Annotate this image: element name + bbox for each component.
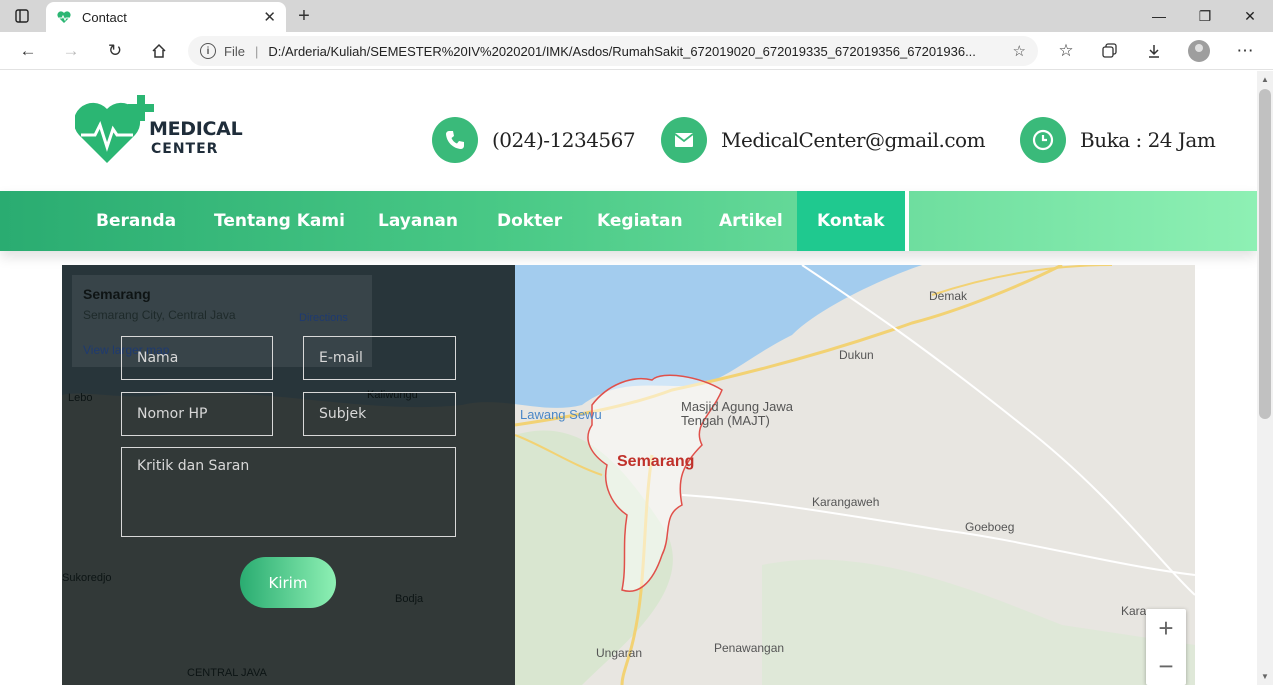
email-input[interactable]: E-mail [303,336,456,380]
scroll-down-arrow-icon[interactable]: ▼ [1261,672,1269,681]
envelope-icon [661,117,707,163]
add-favorite-icon[interactable]: ☆ [1013,42,1026,60]
submit-button[interactable]: Kirim [240,557,336,608]
message-textarea[interactable]: Kritik dan Saran [121,447,456,537]
logo-text-line1: MEDICAL [149,118,243,140]
address-prefix: File [224,43,245,59]
directions-link[interactable]: Directions [299,312,348,324]
phone-number: (024)-1234567 [492,128,636,152]
map-label-ungaran: Ungaran [596,646,643,660]
zoom-out-button[interactable]: − [1146,647,1186,685]
logo-text-line2: CENTER [151,141,219,157]
phone-icon [432,117,478,163]
map-zoom-control: + − [1146,609,1186,685]
collections-icon[interactable] [1096,38,1124,64]
forward-icon[interactable]: → [57,38,85,64]
refresh-icon[interactable]: ↻ [101,38,129,64]
favorites-icon[interactable]: ☆ [1052,38,1080,64]
close-window-icon[interactable]: ✕ [1227,4,1273,28]
map-label-masjid-1[interactable]: Masjid Agung Jawa [681,399,793,414]
web-page: MEDICAL CENTER (024)-1234567 MedicalCent… [0,71,1257,685]
nav-tentang-kami[interactable]: Tentang Kami [214,191,345,251]
back-icon[interactable]: ← [14,38,42,64]
phone-input[interactable]: Nomor HP [121,392,273,436]
name-input[interactable]: Nama [121,336,273,380]
email-info: MedicalCenter@gmail.com [661,117,986,163]
address-url: D:/Arderia/Kuliah/SEMESTER%20IV%2020201/… [268,43,976,59]
map-label-sukoredjo: Sukoredjo [62,572,112,584]
nav-artikel[interactable]: Artikel [719,191,783,251]
restore-icon[interactable]: ❐ [1182,4,1228,28]
map-label-karangaweh: Karangaweh [812,495,880,509]
nav-kegiatan[interactable]: Kegiatan [597,191,683,251]
map-label-lawang-sewu[interactable]: Lawang Sewu [520,407,602,422]
heart-logo-icon [75,95,154,163]
map-place-name: Semarang [83,286,151,302]
email-address: MedicalCenter@gmail.com [721,128,986,152]
site-logo[interactable]: MEDICAL CENTER [75,95,243,167]
opening-hours: Buka : 24 Jam [1080,128,1216,152]
map-place-subtitle: Semarang City, Central Java [83,308,236,322]
nav-layanan[interactable]: Layanan [378,191,458,251]
close-tab-icon[interactable]: ✕ [263,8,276,26]
page-scrollbar[interactable]: ▲ ▼ [1257,71,1273,685]
new-tab-icon[interactable]: + [292,4,316,28]
map-label-lebo: Lebo [68,392,93,404]
more-menu-icon[interactable]: ⋯ [1231,38,1259,64]
browser-tab-bar: Contact ✕ + — ❐ ✕ [0,0,1273,32]
map-label-goeboeg: Goeboeg [965,520,1015,534]
download-icon[interactable] [1140,38,1168,64]
scroll-up-arrow-icon[interactable]: ▲ [1261,75,1269,84]
heart-favicon-icon [56,9,72,25]
map-label-kara: Kara [1121,604,1147,618]
nav-kontak[interactable]: Kontak [797,191,909,251]
map-label-dukun: Dukun [839,348,874,362]
nav-dokter[interactable]: Dokter [497,191,562,251]
google-map[interactable]: Demak Dukun Lawang Sewu Masjid Agung Jaw… [62,265,1195,685]
map-label-semarang: Semarang [617,453,695,470]
home-icon[interactable] [145,38,173,64]
nav-beranda[interactable]: Beranda [96,191,176,251]
tab-actions-icon[interactable] [8,6,36,26]
main-navbar: Beranda Tentang Kami Layanan Dokter Kegi… [0,191,1257,251]
map-label-bodja: Bodja [395,593,424,605]
info-icon[interactable]: i [200,43,216,59]
map-label-penawangan: Penawangan [714,641,785,655]
scrollbar-thumb[interactable] [1259,89,1271,419]
subject-input[interactable]: Subjek [303,392,456,436]
minimize-icon[interactable]: — [1136,4,1182,28]
address-bar[interactable]: i File | D:/Arderia/Kuliah/SEMESTER%20IV… [188,36,1038,66]
profile-avatar[interactable] [1188,40,1210,62]
contact-form-overlay: Semarang Semarang City, Central Java Dir… [62,265,515,685]
hours-info: Buka : 24 Jam [1020,117,1216,163]
zoom-in-button[interactable]: + [1146,609,1186,647]
map-label-central-java: CENTRAL JAVA [187,667,267,679]
browser-toolbar: ← → ↻ i File | D:/Arderia/Kuliah/SEMESTE… [0,32,1273,70]
map-label-demak: Demak [929,289,968,303]
address-separator: | [254,43,259,59]
tab-title: Contact [82,9,127,25]
phone-info: (024)-1234567 [432,117,636,163]
clock-icon [1020,117,1066,163]
map-label-masjid-2: Tengah (MAJT) [681,413,770,428]
browser-tab[interactable]: Contact ✕ [46,2,286,32]
